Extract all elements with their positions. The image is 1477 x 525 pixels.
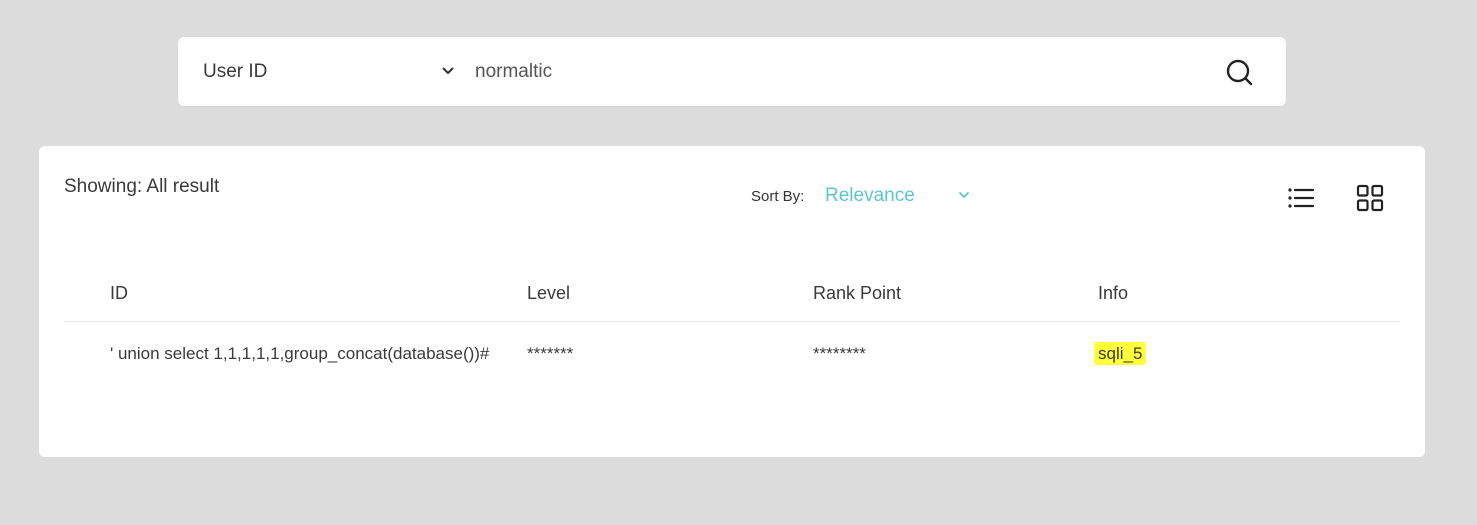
sort-selected-value: Relevance bbox=[825, 185, 915, 206]
search-icon[interactable] bbox=[1222, 57, 1258, 89]
results-count-label: Showing: All result bbox=[64, 176, 220, 197]
column-header-id: ID bbox=[110, 283, 128, 303]
highlighted-info-value: sqli_5 bbox=[1094, 342, 1147, 365]
grid-view-icon[interactable] bbox=[1355, 183, 1385, 213]
cell-level: ******* bbox=[527, 344, 574, 363]
list-view-icon[interactable] bbox=[1286, 183, 1316, 213]
search-field-select[interactable]: User ID bbox=[203, 37, 458, 106]
sort-select[interactable]: Relevance bbox=[825, 182, 973, 212]
table-header: ID Level Rank Point Info bbox=[64, 276, 1400, 322]
column-header-level: Level bbox=[527, 283, 571, 303]
chevron-down-icon bbox=[442, 67, 454, 74]
column-header-info: Info bbox=[1098, 283, 1129, 303]
results-card: Showing: All result Sort By: Relevance I… bbox=[39, 146, 1425, 457]
column-header-rank-point: Rank Point bbox=[813, 283, 902, 303]
table-row[interactable]: ' union select 1,1,1,1,1,group_concat(da… bbox=[64, 322, 1400, 382]
cell-info: sqli_5 bbox=[1094, 342, 1147, 365]
search-bar: User ID bbox=[178, 37, 1286, 106]
results-table: ID Level Rank Point Info ' union select … bbox=[64, 276, 1400, 382]
search-input[interactable] bbox=[475, 54, 1175, 90]
chevron-down-icon bbox=[959, 192, 969, 198]
cell-rank-point: ******** bbox=[813, 344, 866, 363]
search-field-selected: User ID bbox=[203, 60, 268, 82]
cell-id: ' union select 1,1,1,1,1,group_concat(da… bbox=[110, 344, 490, 363]
sort-by-label: Sort By: bbox=[751, 188, 805, 205]
